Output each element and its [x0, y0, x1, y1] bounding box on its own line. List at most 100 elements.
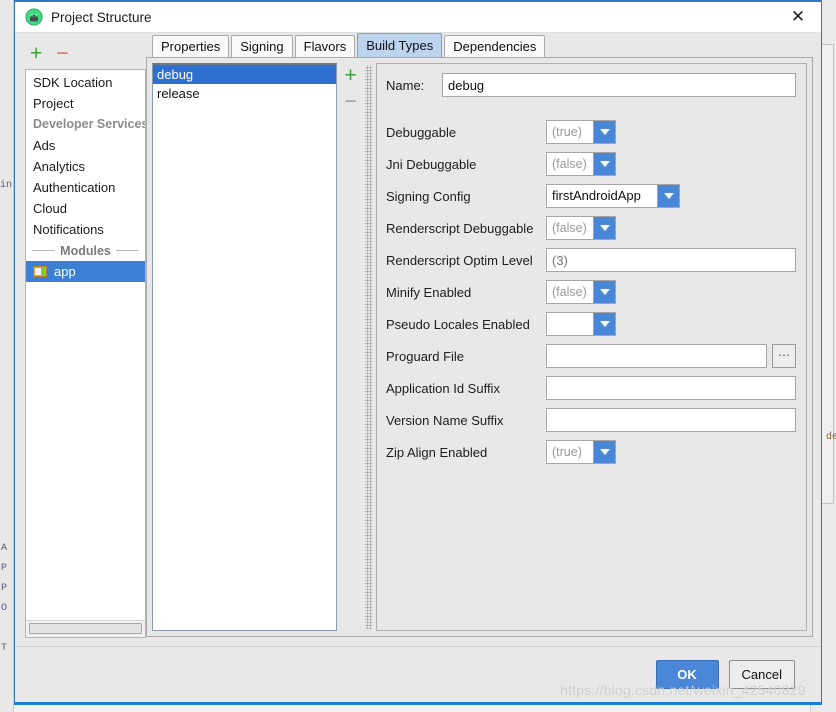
version-name-suffix-control — [546, 408, 796, 432]
sidebar-horizontal-scrollbar[interactable] — [26, 620, 145, 637]
pseudo-locales-enabled-control — [546, 312, 796, 336]
signing-config-control: firstAndroidApp — [546, 184, 796, 208]
chevron-down-icon[interactable] — [593, 313, 615, 335]
build-types-list[interactable]: debug release — [152, 63, 337, 631]
sidebar-item-ads[interactable]: Ads — [26, 135, 145, 156]
minify-enabled-value: (false) — [552, 285, 587, 299]
sidebar-item-cloud[interactable]: Cloud — [26, 198, 145, 219]
chevron-down-icon[interactable] — [593, 281, 615, 303]
minify-enabled-control: (false) — [546, 280, 796, 304]
zip-align-enabled-combobox[interactable]: (true) — [546, 440, 616, 464]
sidebar-toolbar: + − — [25, 41, 146, 66]
application-id-suffix-input[interactable] — [546, 376, 796, 400]
name-row: Name: — [386, 73, 796, 97]
chevron-down-icon[interactable] — [593, 441, 615, 463]
android-studio-icon — [25, 8, 43, 26]
signing-config-label: Signing Config — [386, 188, 471, 204]
sidebar-item-sdk-location[interactable]: SDK Location — [26, 72, 145, 93]
field-row-minify-enabled: Minify Enabled (false) — [386, 280, 796, 304]
field-row-pseudo-locales-enabled: Pseudo Locales Enabled — [386, 312, 796, 336]
sidebar-items: SDK Location Project Developer Services … — [26, 70, 145, 620]
build-types-list-container: debug release + − — [152, 63, 364, 631]
tab-build-types[interactable]: Build Types — [357, 33, 443, 57]
field-row-version-name-suffix: Version Name Suffix — [386, 408, 796, 432]
background-fragment-2: P — [1, 583, 8, 594]
field-row-renderscript-debuggable: Renderscript Debuggable (false) — [386, 216, 796, 240]
field-row-renderscript-optim-level: Renderscript Optim Level — [386, 248, 796, 272]
chevron-down-icon[interactable] — [593, 153, 615, 175]
zip-align-enabled-label: Zip Align Enabled — [386, 444, 488, 460]
separator-line-right — [115, 250, 140, 251]
debuggable-label: Debuggable — [386, 124, 457, 140]
proguard-file-input[interactable] — [546, 344, 767, 368]
signing-config-combobox[interactable]: firstAndroidApp — [546, 184, 680, 208]
background-fragment-1: P — [1, 563, 8, 574]
chevron-down-icon[interactable] — [593, 217, 615, 239]
background-fragment-0: A — [1, 543, 8, 554]
debuggable-control: (true) — [546, 120, 796, 144]
sidebar-add-button[interactable]: + — [30, 43, 42, 64]
renderscript-debuggable-combobox[interactable]: (false) — [546, 216, 616, 240]
field-row-proguard-file: Proguard File ⋯ — [386, 344, 796, 368]
dialog-title: Project Structure — [51, 9, 152, 25]
name-input[interactable] — [442, 73, 796, 97]
chevron-down-icon[interactable] — [593, 121, 615, 143]
dialog-body: + − SDK Location Project Developer Servi… — [15, 33, 821, 646]
jni-debuggable-control: (false) — [546, 152, 796, 176]
zip-align-enabled-control: (true) — [546, 440, 796, 464]
build-type-item-debug[interactable]: debug — [153, 65, 336, 84]
build-types-panel: debug release + − Name: debug Debuggable… — [146, 57, 813, 637]
tab-flavors[interactable]: Flavors — [294, 35, 356, 57]
sidebar: + − SDK Location Project Developer Servi… — [15, 33, 146, 646]
debuggable-value: (true) — [552, 125, 582, 139]
sidebar-item-notifications[interactable]: Notifications — [26, 219, 145, 240]
separator-label: Modules — [60, 243, 111, 258]
dialog-titlebar: Project Structure ✕ — [15, 2, 821, 33]
sidebar-header-developer-services: Developer Services — [33, 117, 146, 131]
sidebar-item-project[interactable]: Project — [26, 93, 145, 114]
sidebar-separator-modules: Modules — [26, 240, 145, 261]
build-type-add-button[interactable]: + — [344, 65, 356, 86]
minify-enabled-combobox[interactable]: (false) — [546, 280, 616, 304]
dialog-footer: OK Cancel — [15, 646, 821, 702]
version-name-suffix-input[interactable] — [546, 408, 796, 432]
close-icon[interactable]: ✕ — [775, 2, 821, 33]
application-id-suffix-control — [546, 376, 796, 400]
pseudo-locales-enabled-combobox[interactable] — [546, 312, 616, 336]
ok-button[interactable]: OK — [655, 660, 719, 689]
sidebar-list: SDK Location Project Developer Services … — [25, 69, 146, 638]
renderscript-optim-level-input[interactable] — [546, 248, 796, 272]
separator-line-left — [32, 250, 56, 251]
proguard-file-browse-button[interactable]: ⋯ — [772, 344, 796, 368]
content-area: Properties Signing Flavors Build Types D… — [146, 33, 821, 646]
version-name-suffix-label: Version Name Suffix — [386, 412, 504, 428]
cancel-button[interactable]: Cancel — [728, 660, 795, 689]
field-row-signing-config: Signing Config firstAndroidApp — [386, 184, 796, 208]
renderscript-debuggable-control: (false) — [546, 216, 796, 240]
tab-signing[interactable]: Signing — [231, 35, 293, 57]
zip-align-enabled-value: (true) — [552, 445, 582, 459]
tab-properties[interactable]: Properties — [152, 35, 230, 57]
field-row-application-id-suffix: Application Id Suffix — [386, 376, 796, 400]
sidebar-scrollbar-thumb[interactable] — [29, 623, 142, 634]
background-fragment-3: O — [1, 603, 8, 614]
splitter-handle[interactable] — [365, 65, 372, 629]
sidebar-remove-button[interactable]: − — [56, 43, 68, 64]
renderscript-optim-level-control — [546, 248, 796, 272]
sidebar-item-authentication[interactable]: Authentication — [26, 177, 145, 198]
sidebar-item-app[interactable]: app — [26, 261, 145, 282]
application-id-suffix-label: Application Id Suffix — [386, 380, 500, 396]
tab-dependencies[interactable]: Dependencies — [444, 35, 546, 57]
field-row-debuggable: Debuggable (true) — [386, 120, 796, 144]
chevron-down-icon[interactable] — [657, 185, 679, 207]
debuggable-combobox[interactable]: (true) — [546, 120, 616, 144]
build-type-remove-button[interactable]: − — [344, 91, 356, 112]
background-fragment-4: T — [1, 643, 8, 654]
jni-debuggable-combobox[interactable]: (false) — [546, 152, 616, 176]
module-icon — [33, 266, 47, 277]
build-types-toolbar: + − — [337, 63, 364, 631]
sidebar-item-analytics[interactable]: Analytics — [26, 156, 145, 177]
build-type-item-release[interactable]: release — [153, 84, 336, 103]
build-type-form: Name: Debuggable (true) — [376, 63, 807, 631]
background-fragment-6: de — [826, 432, 836, 443]
